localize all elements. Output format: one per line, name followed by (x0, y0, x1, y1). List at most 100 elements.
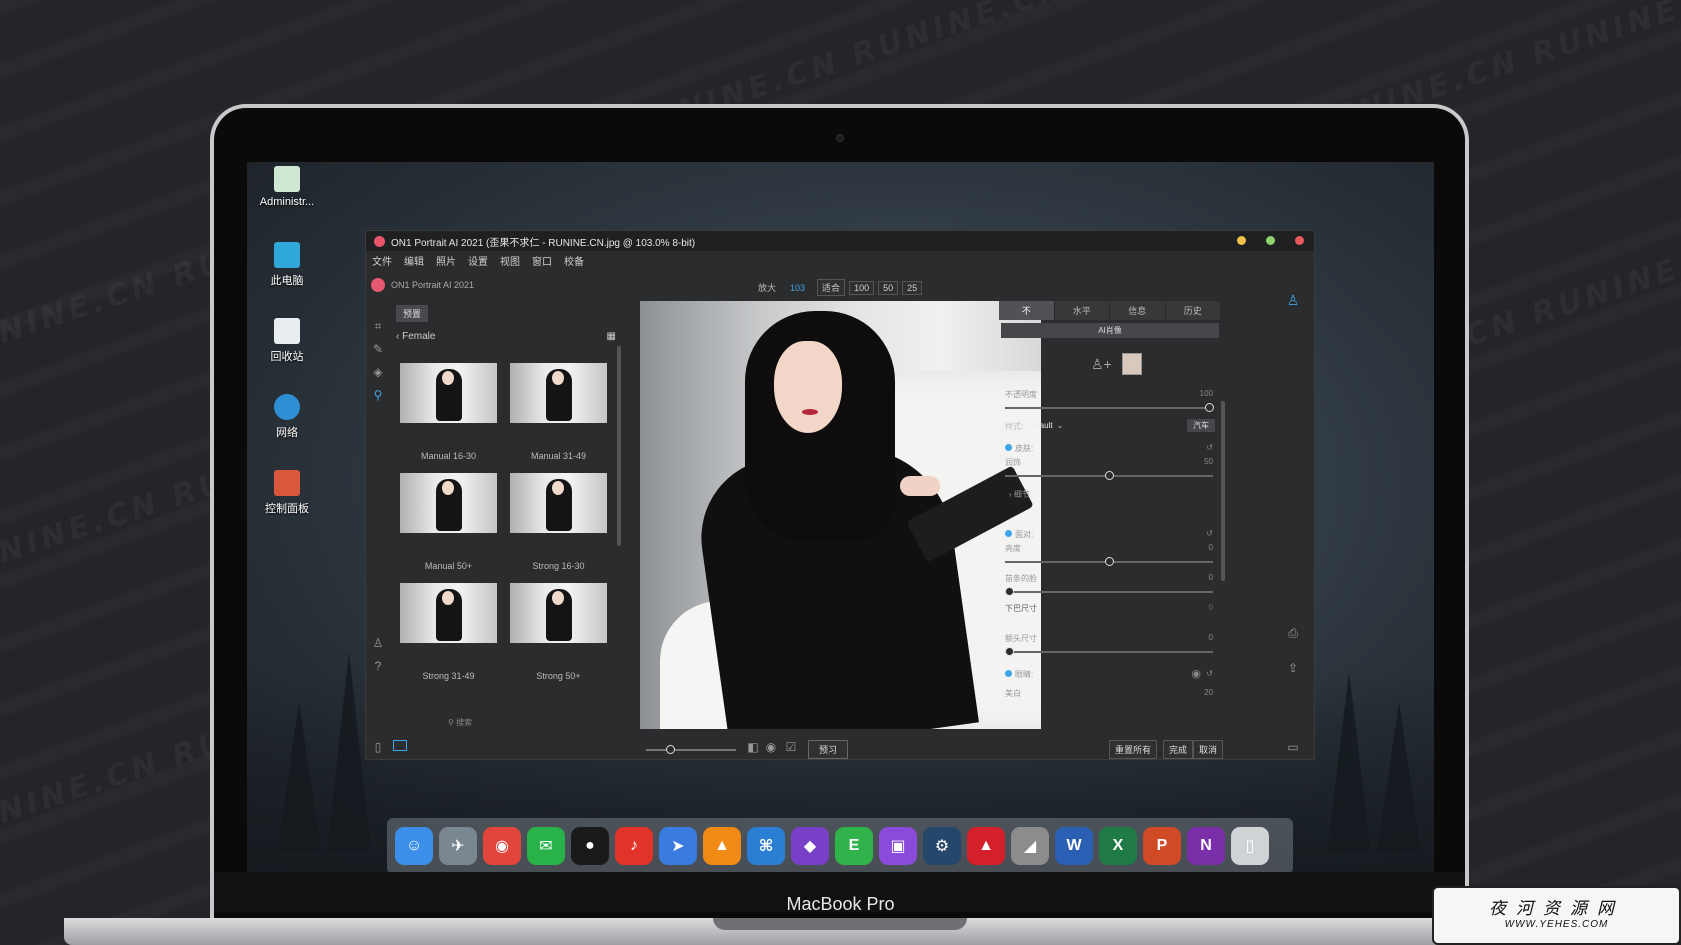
word-icon[interactable]: W (1055, 827, 1093, 865)
menu-photo[interactable]: 照片 (436, 253, 456, 268)
preset-thumb[interactable]: Manual 50+ (400, 473, 497, 571)
zoom-50-button[interactable]: 50 (878, 280, 899, 295)
reset-all-button[interactable]: 重置所有 (1109, 740, 1158, 759)
preset-search[interactable]: ⚲ 搜索 (448, 717, 472, 728)
menu-file[interactable]: 文件 (372, 253, 392, 268)
finder-icon[interactable]: ☺ (395, 827, 433, 865)
maximize-button[interactable] (1266, 236, 1275, 245)
eye-visibility-icon[interactable]: ◉ (1191, 667, 1201, 680)
smooth-knob[interactable] (1105, 471, 1114, 480)
face-tool-icon[interactable]: ⚲ (371, 388, 385, 402)
preset-thumb[interactable]: Strong 16-30 (510, 473, 607, 571)
breadcrumb-back[interactable]: ‹ Female (396, 331, 435, 342)
chevron-down-icon[interactable]: ⌄ (1057, 421, 1064, 432)
preview-button[interactable]: 预习 (808, 740, 849, 759)
qq-icon[interactable]: ● (571, 827, 609, 865)
grid-view-icon[interactable]: ▦ (607, 331, 616, 342)
smooth-slider[interactable] (1005, 471, 1213, 480)
brush-size-slider[interactable] (646, 745, 736, 754)
forehead-size-slider[interactable] (1005, 647, 1213, 656)
twitch-icon[interactable]: ▣ (879, 827, 917, 865)
slim-face-knob[interactable] (1005, 587, 1014, 596)
preset-thumb[interactable]: Manual 16-30 (400, 363, 497, 461)
zoom-fit-button[interactable]: 适合 (817, 279, 846, 296)
person-icon[interactable]: ♙ (371, 636, 385, 650)
sidebar-toggle-icon[interactable]: ▭ (1286, 740, 1300, 754)
opacity-slider[interactable] (1005, 403, 1214, 412)
desktop-icon-this-pc[interactable]: 此电脑 (247, 242, 327, 288)
menu-window[interactable]: 窗口 (532, 253, 552, 268)
add-face-icon[interactable]: ♙+ (1091, 356, 1112, 373)
title-bar[interactable]: ON1 Portrait AI 2021 (歪果不求仁 - RUNINE.CN.… (366, 231, 1314, 251)
compare-icon[interactable]: ◧ (746, 740, 760, 754)
eyes-toggle[interactable] (1005, 670, 1012, 677)
tab-info[interactable]: 信息 (1110, 301, 1166, 320)
steam-icon[interactable]: ⚙ (923, 827, 961, 865)
trash-icon[interactable]: ▯ (1231, 827, 1269, 865)
close-button[interactable] (1295, 236, 1304, 245)
help-icon[interactable]: ? (371, 659, 385, 673)
rhino-icon[interactable]: ◢ (1011, 827, 1049, 865)
acrobat-icon[interactable]: ▲ (967, 827, 1005, 865)
face-toggle[interactable] (1005, 530, 1012, 537)
netease-music-icon[interactable]: ♪ (615, 827, 653, 865)
feishu-icon[interactable]: ➤ (659, 827, 697, 865)
onenote-icon[interactable]: N (1187, 827, 1225, 865)
share-icon[interactable]: ⇪ (1286, 661, 1300, 675)
reset-icon[interactable]: ↺ (1206, 443, 1213, 452)
skin-toggle[interactable] (1005, 444, 1012, 451)
preset-tab[interactable]: 预置 (396, 305, 429, 322)
reset-icon[interactable]: ↺ (1206, 669, 1213, 678)
brush-tool-icon[interactable]: ✎ (371, 342, 385, 356)
layout-toggle-icon[interactable] (393, 740, 407, 751)
preset-scrollbar[interactable] (617, 346, 621, 546)
launchpad-icon[interactable]: ✈ (439, 827, 477, 865)
minimize-button[interactable] (1237, 236, 1246, 245)
panel-scrollbar[interactable] (1221, 401, 1225, 581)
brightness-slider[interactable] (1005, 557, 1213, 566)
tab-none[interactable]: 不 (999, 301, 1055, 320)
brush-size-knob[interactable] (666, 745, 675, 754)
menu-help[interactable]: 校备 (564, 253, 584, 268)
menu-view[interactable]: 视图 (500, 253, 520, 268)
tab-history[interactable]: 历史 (1165, 301, 1221, 320)
desktop-icon-control-panel[interactable]: 控制面板 (247, 470, 327, 516)
desktop-icon-network[interactable]: 网络 (247, 394, 327, 440)
github-icon[interactable]: ◆ (791, 827, 829, 865)
reset-icon[interactable]: ↺ (1206, 529, 1213, 538)
desktop-icon-recycle-bin[interactable]: 回收站 (247, 318, 327, 364)
evernote-icon[interactable]: E (835, 827, 873, 865)
ai-portrait-bar[interactable]: AI肖像 (1001, 323, 1219, 338)
preset-thumb[interactable]: Strong 50+ (510, 583, 607, 681)
preset-thumb[interactable]: Strong 31-49 (400, 583, 497, 681)
style-dropdown[interactable]: Default (1027, 421, 1052, 432)
zoom-value[interactable]: 103 (790, 283, 805, 293)
retouch-tool-icon[interactable]: ◈ (371, 365, 385, 379)
vscode-icon[interactable]: ⌘ (747, 827, 785, 865)
zoom-100-button[interactable]: 100 (849, 280, 875, 295)
powerpoint-icon[interactable]: P (1143, 827, 1181, 865)
excel-icon[interactable]: X (1099, 827, 1137, 865)
desktop-icon-administrator[interactable]: Administr... (247, 166, 327, 208)
print-icon[interactable]: ⎙ (1286, 626, 1300, 640)
opacity-knob[interactable] (1205, 403, 1214, 412)
wechat-icon[interactable]: ✉ (527, 827, 565, 865)
done-button[interactable]: 完成 (1163, 740, 1194, 759)
slim-face-slider[interactable] (1005, 587, 1213, 596)
preset-thumb[interactable]: Manual 31-49 (510, 363, 607, 461)
chrome-icon[interactable]: ◉ (483, 827, 521, 865)
detail-expander[interactable]: › 细节 (1009, 489, 1030, 500)
zoom-25-button[interactable]: 25 (902, 280, 923, 295)
auto-button[interactable]: 汽车 (1187, 419, 1215, 432)
tab-level[interactable]: 水平 (1054, 301, 1110, 320)
menu-settings[interactable]: 设置 (468, 253, 488, 268)
vlc-icon[interactable]: ▲ (703, 827, 741, 865)
mask-icon[interactable]: ◉ (764, 740, 778, 754)
brightness-knob[interactable] (1105, 557, 1114, 566)
crop-tool-icon[interactable]: ⌗ (371, 319, 385, 333)
portrait-mode-icon[interactable]: ♙ (1286, 293, 1300, 307)
check-icon[interactable]: ☑ (784, 740, 798, 754)
forehead-size-knob[interactable] (1005, 647, 1014, 656)
panel-toggle-icon[interactable]: ▯ (371, 740, 385, 754)
cancel-button[interactable]: 取消 (1193, 740, 1224, 759)
